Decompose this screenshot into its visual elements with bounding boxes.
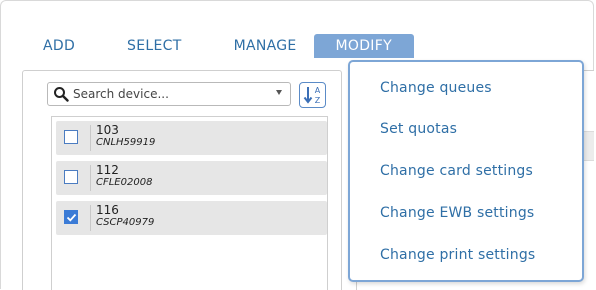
device-checkbox[interactable] (64, 170, 78, 184)
menu-item-change-card-settings[interactable]: Change card settings (380, 163, 533, 179)
device-number: 103 (96, 123, 119, 137)
menu-item-change-print-settings[interactable]: Change print settings (380, 247, 535, 263)
modify-dropdown-menu: Change queues Set quotas Change card set… (348, 60, 584, 282)
tab-add[interactable]: ADD (30, 34, 88, 58)
device-row[interactable]: 112 CFLE02008 (56, 161, 327, 195)
device-number: 116 (96, 203, 119, 217)
device-row[interactable]: 116 CSCP40979 (56, 201, 327, 235)
device-serial: CFLE02008 (96, 177, 153, 188)
tab-select[interactable]: SELECT (114, 34, 195, 58)
device-row[interactable]: 103 CNLH59919 (56, 121, 327, 155)
device-serial: CSCP40979 (96, 217, 155, 228)
check-icon (66, 213, 77, 222)
sort-letter-top: A (315, 86, 321, 95)
menu-item-set-quotas[interactable]: Set quotas (380, 121, 457, 137)
device-list: 103 CNLH59919 112 CFLE02008 116 CSCP4097… (51, 116, 328, 290)
tab-manage[interactable]: MANAGE (221, 34, 310, 58)
sort-button[interactable]: A Z (299, 82, 326, 108)
search-box[interactable] (47, 82, 291, 106)
chevron-down-icon[interactable] (276, 90, 282, 95)
search-icon (54, 87, 69, 102)
row-divider (90, 125, 91, 151)
search-input[interactable] (69, 84, 253, 104)
row-divider (90, 165, 91, 191)
device-number: 112 (96, 163, 119, 177)
menu-item-change-queues[interactable]: Change queues (380, 80, 492, 96)
tab-modify[interactable]: MODIFY (313, 34, 414, 58)
device-serial: CNLH59919 (96, 137, 156, 148)
menu-bar: ADD SELECT MANAGE MODIFY (30, 34, 414, 58)
sort-alpha-icon: A Z (303, 86, 321, 105)
menu-item-change-ewb-settings[interactable]: Change EWB settings (380, 205, 534, 221)
row-divider (90, 205, 91, 231)
sort-letter-bottom: Z (315, 96, 321, 105)
device-checkbox[interactable] (64, 130, 78, 144)
device-checkbox-checked[interactable] (64, 210, 78, 224)
